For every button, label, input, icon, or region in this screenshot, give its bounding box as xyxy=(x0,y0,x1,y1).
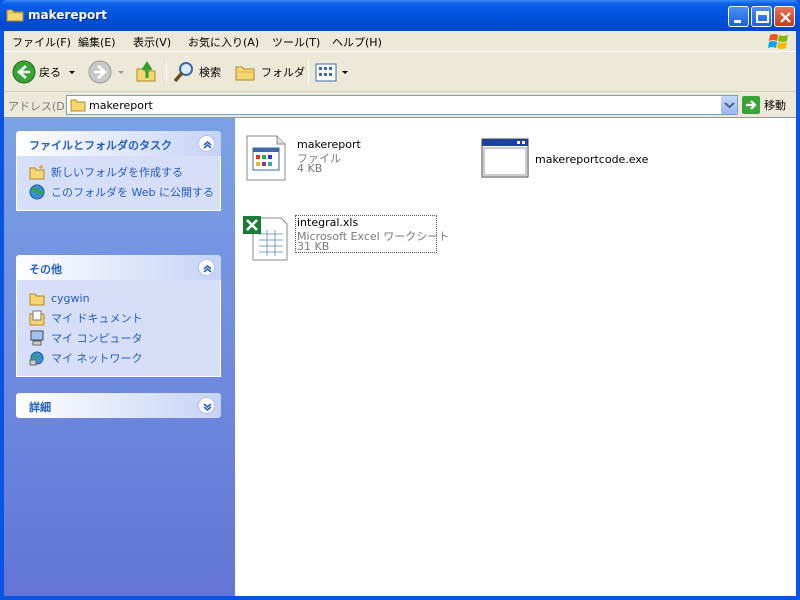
place-cygwin[interactable]: cygwin xyxy=(17,288,220,308)
toolbar-separator xyxy=(166,61,167,83)
maximize-icon xyxy=(756,11,769,23)
toolbar: 戻る 検索 フォルダ xyxy=(4,53,796,92)
go-label: 移動 xyxy=(764,99,786,112)
file-item[interactable]: makereport ファイル 4 KB xyxy=(243,134,443,184)
expand-icon[interactable] xyxy=(198,397,215,414)
my-computer-icon xyxy=(30,330,44,346)
place-my-documents-label: マイ ドキュメント xyxy=(51,312,143,325)
folders-button[interactable]: フォルダ xyxy=(234,59,305,85)
globe-icon xyxy=(29,184,45,200)
maximize-button[interactable] xyxy=(751,6,772,27)
file-item[interactable]: integral.xls Microsoft Excel ワークシート 31 K… xyxy=(243,214,453,264)
back-arrow-icon xyxy=(12,60,36,84)
place-cygwin-label: cygwin xyxy=(51,291,90,305)
collapse-icon[interactable] xyxy=(198,259,215,276)
place-my-documents[interactable]: マイ ドキュメント xyxy=(17,308,220,328)
place-my-network-label: マイ ネットワーク xyxy=(51,352,143,365)
address-value: makereport xyxy=(89,99,153,112)
explorer-window: makereport ファイル(F) 編集(E) 表示(V) お気に入り(A) … xyxy=(0,0,800,600)
tasks-panel-header[interactable]: ファイルとフォルダのタスク xyxy=(16,131,221,156)
folder-icon xyxy=(70,99,86,112)
window-title: makereport xyxy=(28,8,107,22)
menu-file[interactable]: ファイル(F) xyxy=(12,34,71,50)
title-bar[interactable]: makereport xyxy=(0,0,800,31)
search-icon xyxy=(173,62,193,83)
file-item[interactable]: makereportcode.exe xyxy=(481,134,701,184)
forward-arrow-icon xyxy=(88,60,112,84)
my-documents-icon xyxy=(29,310,45,326)
folder-icon xyxy=(29,293,45,306)
other-places-panel-body: cygwin マイ ドキュメント マイ コンピュータ マイ ネットワーク xyxy=(16,280,221,377)
excel-file-icon xyxy=(243,216,288,261)
other-places-panel-title: その他 xyxy=(29,263,62,276)
search-label: 検索 xyxy=(199,66,221,79)
folders-label: フォルダ xyxy=(261,66,305,79)
menu-edit[interactable]: 編集(E) xyxy=(78,34,116,50)
other-places-panel: その他 cygwin マイ ドキュメント マイ コンピュータ マイ ネットワーク xyxy=(16,255,221,377)
file-size: 31 KB xyxy=(297,240,330,253)
up-folder-button[interactable] xyxy=(134,59,158,85)
file-list[interactable]: makereport ファイル 4 KB makereportcode.exe xyxy=(235,117,796,596)
task-publish-web-label: このフォルダを Web に公開する xyxy=(51,186,214,199)
window-frame-bottom xyxy=(0,596,800,600)
folder-icon xyxy=(6,9,24,22)
tasks-panel-body: 新しいフォルダを作成する このフォルダを Web に公開する xyxy=(16,156,221,211)
window-frame-right xyxy=(796,31,800,600)
details-panel-title: 詳細 xyxy=(29,401,51,414)
go-button[interactable]: 移動 xyxy=(742,96,786,114)
views-button[interactable] xyxy=(314,59,350,85)
task-new-folder-label: 新しいフォルダを作成する xyxy=(51,166,183,179)
place-my-computer-label: マイ コンピュータ xyxy=(51,332,143,345)
address-input[interactable]: makereport xyxy=(66,95,738,115)
chevron-down-icon[interactable] xyxy=(67,67,77,77)
minimize-button[interactable] xyxy=(728,6,749,27)
toolbar-separator xyxy=(308,61,309,83)
window-client: ファイル(F) 編集(E) 表示(V) お気に入り(A) ツール(T) ヘルプ(… xyxy=(4,31,796,596)
back-label: 戻る xyxy=(39,66,61,79)
forward-button[interactable] xyxy=(88,59,126,85)
chevron-down-icon xyxy=(724,102,735,109)
search-button[interactable]: 検索 xyxy=(172,59,221,85)
address-label: アドレス(D) xyxy=(8,100,70,113)
file-size: 4 KB xyxy=(297,162,323,175)
details-panel-header[interactable]: 詳細 xyxy=(16,393,221,418)
my-network-icon xyxy=(29,351,44,366)
collapse-icon[interactable] xyxy=(198,135,215,152)
generic-file-icon xyxy=(246,135,286,181)
tasks-panel: ファイルとフォルダのタスク 新しいフォルダを作成する このフォルダを Web に… xyxy=(16,131,221,211)
folders-icon xyxy=(235,66,255,81)
back-button[interactable]: 戻る xyxy=(12,59,77,85)
new-folder-icon xyxy=(29,165,45,180)
menu-help[interactable]: ヘルプ(H) xyxy=(332,34,382,50)
views-icon xyxy=(315,63,337,82)
minimize-icon xyxy=(734,20,741,23)
windows-logo-icon xyxy=(768,34,788,49)
go-arrow-icon xyxy=(742,96,760,114)
up-folder-icon xyxy=(136,61,156,82)
other-places-panel-header[interactable]: その他 xyxy=(16,255,221,280)
menu-favorites[interactable]: お気に入り(A) xyxy=(188,34,259,50)
address-dropdown-button[interactable] xyxy=(720,96,737,114)
chevron-down-icon[interactable] xyxy=(116,67,126,77)
task-pane: ファイルとフォルダのタスク 新しいフォルダを作成する このフォルダを Web に… xyxy=(4,117,235,596)
application-icon xyxy=(481,138,529,178)
tasks-panel-title: ファイルとフォルダのタスク xyxy=(29,139,172,152)
chevron-down-icon[interactable] xyxy=(340,67,350,77)
close-icon xyxy=(780,12,791,23)
file-name: makereportcode.exe xyxy=(535,153,649,166)
place-my-network[interactable]: マイ ネットワーク xyxy=(17,348,220,368)
menu-bar: ファイル(F) 編集(E) 表示(V) お気に入り(A) ツール(T) ヘルプ(… xyxy=(4,31,796,52)
close-button[interactable] xyxy=(774,6,795,27)
task-publish-web[interactable]: このフォルダを Web に公開する xyxy=(17,182,220,202)
menu-tools[interactable]: ツール(T) xyxy=(272,34,320,50)
place-my-computer[interactable]: マイ コンピュータ xyxy=(17,328,220,348)
task-new-folder[interactable]: 新しいフォルダを作成する xyxy=(17,162,220,182)
menu-view[interactable]: 表示(V) xyxy=(133,34,171,50)
address-bar: アドレス(D) makereport 移動 xyxy=(4,93,796,117)
details-panel: 詳細 xyxy=(16,393,221,418)
